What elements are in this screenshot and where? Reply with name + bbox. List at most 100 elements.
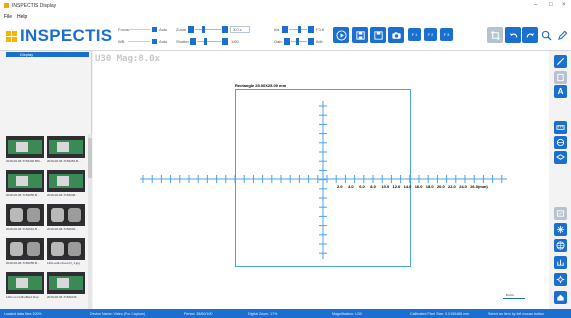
calibration-button[interactable] [554, 256, 567, 269]
gain-slider-knob[interactable] [296, 38, 299, 45]
focus-auto-label: Auto [159, 27, 168, 32]
thumbnail-item[interactable]: 120x-cc-N-Modified.bmp [6, 272, 44, 300]
logo-text: INSPECTIS [20, 26, 113, 45]
thumbnail-caption: 2019-06-06-T153048... [47, 193, 78, 197]
gear-icon [556, 275, 565, 284]
zoom-decrease-button[interactable] [188, 26, 194, 33]
undo-button[interactable] [505, 27, 521, 43]
circle-tool-button[interactable] [554, 136, 567, 149]
iris-decrease-button[interactable] [282, 26, 288, 33]
scale-bar [503, 298, 525, 299]
inspectis-logo: INSPECTIS [6, 25, 112, 47]
scale-label: 6 mm [506, 293, 514, 297]
undo-icon [509, 32, 517, 37]
redo-icon [526, 32, 534, 37]
thumbnail-image [6, 272, 44, 294]
thumbnail-item[interactable]: 2019-06-06-T152610.B... [6, 204, 44, 232]
search-button[interactable] [540, 27, 553, 43]
gain-slider[interactable] [291, 41, 307, 42]
ruler-tick-label: 14.0 [403, 184, 412, 189]
thumbnail-caption: 120x-cc-N-Modified.bmp [6, 295, 39, 299]
pen-button[interactable] [556, 27, 568, 43]
ruler-tick-label: 10.0 [381, 184, 390, 189]
image-viewer[interactable]: U30 Mag:8.0x Rectangle 25.00X25.00 mm 2.… [93, 51, 549, 309]
tree-item-display[interactable]: Display [6, 52, 89, 57]
grid-icon [556, 241, 565, 250]
scrollbar-thumb[interactable] [88, 138, 92, 178]
shutter-slider-knob[interactable] [204, 38, 207, 45]
f3-button[interactable]: F 3 [440, 28, 453, 41]
thumbnail-item[interactable]: 2019-06-06-T15260.B... [47, 272, 85, 300]
thumbnail-item[interactable]: 2019-06-06-T152055.B... [6, 238, 44, 266]
menu-file[interactable]: File [4, 14, 12, 20]
wb-slider[interactable] [128, 41, 150, 42]
iris-slider-knob[interactable] [298, 26, 301, 33]
thumbnail-caption: 2019-06-06-T153402.BM... [6, 159, 43, 163]
layers-button[interactable] [554, 151, 567, 164]
zoom-value[interactable]: 3.0 x [230, 26, 250, 33]
shutter-increase-button[interactable] [222, 38, 228, 45]
text-tool-button[interactable]: A [554, 85, 567, 98]
save-button[interactable] [370, 27, 386, 43]
f1-button[interactable]: F 1 [408, 28, 421, 41]
thumbnail-image [47, 136, 85, 158]
status-bar: Loaded data files 100% Device Name: Vide… [0, 309, 571, 318]
grid-button[interactable] [554, 239, 567, 252]
f2-button[interactable]: F 2 [424, 28, 437, 41]
crosshair-button[interactable] [554, 223, 567, 236]
crop-icon [490, 30, 500, 40]
rectangle-tool-button[interactable] [554, 71, 567, 84]
minimize-button[interactable]: – [534, 2, 537, 8]
settings-button[interactable] [554, 273, 567, 286]
shutter-slider[interactable] [197, 41, 221, 42]
thumbnail-item[interactable]: 2019-06-06-T153048... [47, 170, 85, 198]
menu-bar: File Help [0, 12, 571, 21]
zoom-slider-knob[interactable] [202, 26, 205, 33]
home-button[interactable] [554, 291, 567, 304]
crop-button[interactable] [487, 27, 503, 43]
wb-label: WB [118, 39, 125, 44]
status-digital-zoom: Digital Zoom: 1?% [248, 312, 278, 316]
capture-button[interactable] [388, 27, 404, 43]
iris-increase-button[interactable] [308, 26, 314, 33]
line-tool-button[interactable] [554, 55, 567, 68]
ruler-tick-label: 12.0 [392, 184, 401, 189]
thumbnail-caption: 2019-06-06-T153055.B... [6, 193, 40, 197]
ruler-tick-label: 22.0 [448, 184, 456, 189]
maximize-button[interactable]: □ [549, 2, 553, 8]
thumbnail-item[interactable]: 120x-edit-c0-ext-N_1.jpg [47, 238, 85, 266]
line-icon [556, 57, 565, 66]
ruler-tick-label: 4.0 [348, 184, 354, 189]
measure-tool-button[interactable] [554, 121, 567, 134]
save-as-button[interactable] [352, 27, 368, 43]
gain-decrease-button[interactable] [284, 38, 290, 45]
play-button[interactable] [333, 27, 349, 43]
status-calibrated-pixel: Calibrated Pixel Size: 0.0150488 mm [410, 312, 470, 316]
thumbnail-item[interactable]: 2019-06-06-T153055.B... [6, 170, 44, 198]
menu-help[interactable]: Help [17, 14, 27, 20]
gain-label: Gain [274, 39, 283, 44]
status-period: Period: 38/60/100 [184, 312, 213, 316]
save-icon [373, 30, 383, 40]
thumbnail-item[interactable]: 2019-06-06-T152602... [47, 204, 85, 232]
shutter-decrease-button[interactable] [190, 38, 196, 45]
ruler-tick-label: 16.0 [414, 184, 423, 189]
wb-auto-checkbox[interactable] [152, 39, 157, 44]
focus-auto-checkbox[interactable] [152, 27, 157, 32]
zoom-slider[interactable] [195, 29, 221, 30]
rectangle-icon [557, 73, 564, 82]
thumbnail-item[interactable]: 2019-06-06-T153402.BM... [6, 136, 44, 164]
zoom-label: Zoom [176, 27, 187, 32]
logo-mark-icon [6, 30, 17, 42]
zoom-increase-button[interactable] [222, 26, 228, 33]
gain-increase-button[interactable] [308, 38, 314, 45]
circle-icon [556, 138, 565, 147]
crosshair-icon [556, 225, 565, 234]
thumbnail-scrollbar[interactable] [88, 134, 92, 309]
focus-slider[interactable] [128, 29, 150, 30]
thumbnail-caption: 120x-edit-c0-ext-N_1.jpg [47, 261, 80, 265]
compare-button[interactable] [554, 207, 567, 220]
close-button[interactable]: × [562, 2, 566, 8]
redo-button[interactable] [522, 27, 538, 43]
thumbnail-item[interactable]: 2019-06-06-T153354.B... [47, 136, 85, 164]
